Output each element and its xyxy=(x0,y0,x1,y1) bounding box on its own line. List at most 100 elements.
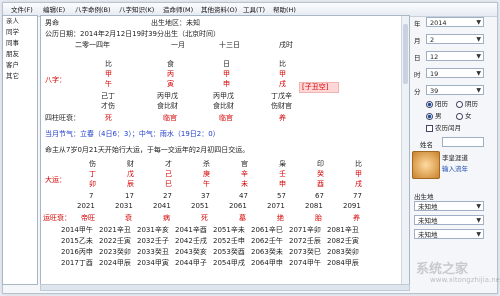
sizhu-val-month: 临官 xyxy=(163,114,177,122)
menu-help[interactable]: 帮助(H) xyxy=(273,5,296,15)
liunian-cell: 2051辛未 xyxy=(213,226,245,234)
dayun-year-2: 2031 xyxy=(115,202,133,210)
month-select[interactable]: 2 ▼ xyxy=(426,34,484,44)
dayun-year-7: 2081 xyxy=(305,202,323,210)
dayun-gan-2: 戊 xyxy=(127,170,134,178)
menu-file[interactable]: 文件(F) xyxy=(11,5,33,15)
menu-zaomingshi[interactable]: 造命师(M) xyxy=(163,5,193,15)
hidden-shishen-month: 食比财 xyxy=(157,102,178,110)
branch-hour: 戌 xyxy=(279,80,286,88)
enter-liunian-link[interactable]: 输入流年 xyxy=(442,163,468,173)
radio-lunar[interactable]: 阴历 xyxy=(456,100,478,108)
yunwang-8: 养 xyxy=(353,214,360,222)
year-select[interactable]: 2014 ▼ xyxy=(426,17,484,27)
sizhu-val-hour: 养 xyxy=(279,114,286,122)
dayun-zhi-4: 午 xyxy=(203,180,210,188)
pillar-shishen-hour: 比 xyxy=(279,60,286,68)
dayun-zhi-7: 酉 xyxy=(317,180,324,188)
dayun-gan-4: 庚 xyxy=(203,170,210,178)
county-select[interactable]: 未知地 ▼ xyxy=(414,229,484,239)
sidebar-item-colleagues[interactable]: 同事 xyxy=(3,38,37,49)
sidebar-item-clients[interactable]: 客户 xyxy=(3,60,37,71)
liunian-cell: 2084甲辰 xyxy=(327,259,359,267)
menu-tools[interactable]: 工具(T) xyxy=(243,5,265,15)
zaomingshi-avatar[interactable] xyxy=(412,151,440,179)
minute-select[interactable]: 39 ▼ xyxy=(426,85,484,95)
dayun-zhi-3: 巳 xyxy=(165,180,172,188)
branch-year: 午 xyxy=(105,80,112,88)
lunar-hour: 戌时 xyxy=(279,41,293,49)
birthplace-label: 出生地 xyxy=(414,193,434,201)
liunian-cell: 2014甲午 xyxy=(61,226,93,234)
liunian-cell: 2082壬寅 xyxy=(327,237,359,245)
radio-dot-icon xyxy=(456,100,463,108)
dayun-gan-7: 癸 xyxy=(317,170,324,178)
hidden-stems-hour: 丁戊辛 xyxy=(271,92,292,100)
hour-select[interactable]: 19 ▼ xyxy=(426,68,484,78)
hidden-shishen-hour: 伤财官 xyxy=(271,102,292,110)
hidden-stems-year: 己丁 xyxy=(101,92,115,100)
yunwang-3: 病 xyxy=(163,214,170,222)
dayun-gan-3: 己 xyxy=(165,170,172,178)
liunian-cell: 2054甲戌 xyxy=(213,259,245,267)
hidden-shishen-year: 才伤 xyxy=(101,102,115,110)
branch-month: 寅 xyxy=(167,80,174,88)
dayun-age-6: 57 xyxy=(277,192,286,200)
dayun-age-5: 47 xyxy=(239,192,248,200)
dayun-shishen-7: 印 xyxy=(317,160,324,168)
liunian-cell: 2073癸巳 xyxy=(289,248,321,256)
radio-male[interactable]: 男 xyxy=(426,112,442,120)
main-vertical-scrollbar[interactable] xyxy=(401,16,409,284)
chart-result-panel: 男命 出生地区：未知 公历日期：2014年2月12日19时39分出生（北京时间）… xyxy=(40,15,410,285)
menu-other[interactable]: 其他资料(O) xyxy=(201,5,237,15)
menu-edit[interactable]: 编辑(E) xyxy=(43,5,65,15)
sidebar-item-friends[interactable]: 朋友 xyxy=(3,49,37,60)
dayun-zhi-5: 未 xyxy=(241,180,248,188)
branch-day: 申 xyxy=(223,80,230,88)
province-select[interactable]: 未知地 ▼ xyxy=(414,201,484,211)
chevron-down-icon: ▼ xyxy=(476,217,481,224)
horizontal-scrollbar[interactable] xyxy=(40,284,410,291)
name-label: 姓名 xyxy=(420,141,433,149)
liunian-cell: 2083癸卯 xyxy=(327,248,359,256)
radio-solar[interactable]: 阳历 xyxy=(426,100,448,108)
day-label: 日 xyxy=(414,54,421,62)
sidebar-item-relatives[interactable]: 亲人 xyxy=(3,16,37,27)
radio-female[interactable]: 女 xyxy=(456,112,472,120)
dayun-age-1: 7 xyxy=(89,192,94,200)
yunwang-7: 胎 xyxy=(315,214,322,222)
chevron-down-icon: ▼ xyxy=(476,36,481,43)
menu-bazi-knowledge[interactable]: 八字知识(K) xyxy=(119,5,154,15)
lunar-year: 二零一四年 xyxy=(75,41,110,49)
hidden-stems-month: 丙甲戊 xyxy=(157,92,178,100)
dayun-gan-1: 丁 xyxy=(89,170,96,178)
menu-bazi-cases[interactable]: 八字命例(B) xyxy=(75,5,111,15)
dayun-zhi-8: 戌 xyxy=(355,180,362,188)
dayun-year-3: 2041 xyxy=(153,202,171,210)
day-select[interactable]: 12 ▼ xyxy=(426,51,484,61)
month-label: 月 xyxy=(414,37,421,45)
name-input[interactable] xyxy=(442,137,484,147)
sidebar-item-others[interactable]: 其它 xyxy=(3,71,37,82)
sidebar-item-classmates[interactable]: 同学 xyxy=(3,27,37,38)
liunian-cell: 2061辛巳 xyxy=(251,226,283,234)
hidden-shishen-day: 食比财 xyxy=(213,102,234,110)
minute-label: 分 xyxy=(414,88,421,96)
city-select[interactable]: 未知地 ▼ xyxy=(414,215,484,225)
liunian-cell: 2022壬寅 xyxy=(99,237,131,245)
watermark-url: www.xitongzhijia.net xyxy=(430,276,500,284)
chevron-down-icon: ▼ xyxy=(476,70,481,77)
hour-label: 时 xyxy=(414,71,421,79)
category-sidebar: 亲人 同学 同事 朋友 客户 其它 xyxy=(2,15,38,285)
dayun-year-4: 2051 xyxy=(191,202,209,210)
scrollbar-thumb[interactable] xyxy=(403,24,408,84)
dayun-label: 大运： xyxy=(45,176,66,184)
leap-month-checkbox[interactable]: 农历闰月 xyxy=(426,124,461,132)
dayun-gan-5: 辛 xyxy=(241,170,248,178)
sizhu-val-day: 临官 xyxy=(219,114,233,122)
liunian-cell: 2042壬戌 xyxy=(175,237,207,245)
liunian-cell: 2062壬午 xyxy=(251,237,283,245)
dayun-year-8: 2091 xyxy=(343,202,361,210)
stem-hour: 甲 xyxy=(279,70,286,78)
dayun-gan-6: 壬 xyxy=(279,170,286,178)
